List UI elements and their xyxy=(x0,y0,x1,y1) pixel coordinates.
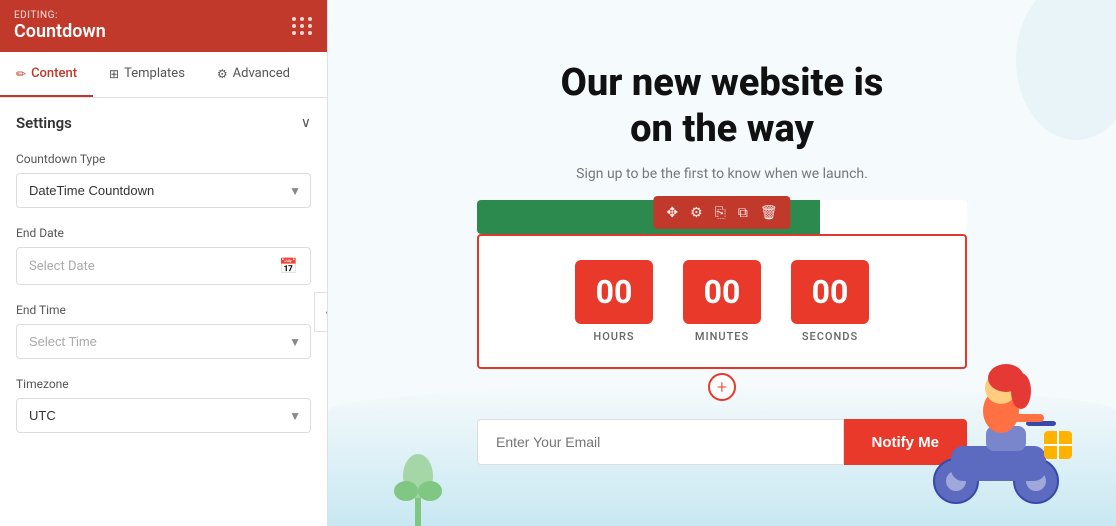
calendar-icon: 📅 xyxy=(279,257,298,275)
settings-header: Settings ∨ xyxy=(16,114,311,132)
end-time-select[interactable]: Select Time xyxy=(16,324,311,359)
tab-templates-label: Templates xyxy=(124,66,185,81)
add-section: + xyxy=(477,369,967,401)
countdown-toolbar: ✥ ⚙ ⎘ ⧉ 🗑 xyxy=(653,196,790,229)
countdown-type-wrapper: DateTime Countdown Evergreen Countdown ▼ xyxy=(16,173,311,208)
main-title-line2: on the way xyxy=(630,107,814,151)
end-date-placeholder: Select Date xyxy=(29,259,95,274)
panel-header-left: EDITING: Countdown xyxy=(14,10,106,42)
tab-content-label: Content xyxy=(31,66,77,81)
seconds-unit: 00 SECONDS xyxy=(791,260,869,343)
toolbar-copy-btn[interactable]: ⧉ xyxy=(733,201,753,224)
toolbar-move-btn[interactable]: ✥ xyxy=(661,201,683,224)
toolbar-save-btn[interactable]: ⎘ xyxy=(710,201,731,224)
hours-box: 00 xyxy=(575,260,653,324)
main-title-line1: Our new website is xyxy=(561,61,884,105)
settings-content: Settings ∨ Countdown Type DateTime Count… xyxy=(0,98,327,526)
end-time-label: End Time xyxy=(16,303,311,317)
scooter-illustration xyxy=(896,336,1096,516)
minutes-label: MINUTES xyxy=(695,330,749,343)
tab-templates[interactable]: ⊞ Templates xyxy=(93,52,201,97)
countdown-box: 00 HOURS 00 MINUTES 00 SECONDS xyxy=(477,234,967,369)
main-area: Our new website is on the way Sign up to… xyxy=(328,0,1116,526)
settings-title: Settings xyxy=(16,114,72,132)
countdown-wrapper: ✥ ⚙ ⎘ ⧉ 🗑 00 HOURS 00 MINUTES 00 SECONDS xyxy=(477,234,967,401)
toolbar-settings-btn[interactable]: ⚙ xyxy=(685,201,708,224)
settings-chevron-icon[interactable]: ∨ xyxy=(301,115,311,131)
templates-tab-icon: ⊞ xyxy=(109,67,119,81)
email-row: Notify Me xyxy=(477,419,967,465)
end-time-group: End Time Select Time ▼ xyxy=(16,303,311,359)
subtitle: Sign up to be the first to know when we … xyxy=(576,166,868,182)
end-date-label: End Date xyxy=(16,226,311,240)
content-tab-icon: ✏ xyxy=(16,67,26,81)
collapse-handle[interactable]: ‹ xyxy=(314,292,327,332)
countdown-type-select[interactable]: DateTime Countdown Evergreen Countdown xyxy=(16,173,311,208)
countdown-type-label: Countdown Type xyxy=(16,152,311,166)
countdown-type-group: Countdown Type DateTime Countdown Evergr… xyxy=(16,152,311,208)
minutes-unit: 00 MINUTES xyxy=(683,260,761,343)
seconds-box: 00 xyxy=(791,260,869,324)
main-title: Our new website is on the way xyxy=(561,61,884,152)
timezone-wrapper: UTC EST PST GMT ▼ xyxy=(16,398,311,433)
panel-header: EDITING: Countdown xyxy=(0,0,327,52)
seconds-label: SECONDS xyxy=(802,330,858,343)
tab-advanced[interactable]: ⚙ Advanced xyxy=(201,52,306,97)
end-date-field[interactable]: Select Date 📅 xyxy=(16,247,311,285)
toolbar-delete-btn[interactable]: 🗑 xyxy=(755,201,783,224)
hours-unit: 00 HOURS xyxy=(575,260,653,343)
email-input[interactable] xyxy=(477,419,844,465)
timezone-label: Timezone xyxy=(16,377,311,391)
tabs-bar: ✏ Content ⊞ Templates ⚙ Advanced xyxy=(0,52,327,98)
add-element-btn[interactable]: + xyxy=(708,373,736,401)
tab-advanced-label: Advanced xyxy=(233,66,290,81)
end-time-wrapper: Select Time ▼ xyxy=(16,324,311,359)
end-date-group: End Date Select Date 📅 xyxy=(16,226,311,285)
minutes-box: 00 xyxy=(683,260,761,324)
editing-label: EDITING: xyxy=(14,10,106,21)
advanced-tab-icon: ⚙ xyxy=(217,67,228,81)
grid-icon[interactable] xyxy=(292,17,313,35)
timezone-group: Timezone UTC EST PST GMT ▼ xyxy=(16,377,311,433)
tab-content[interactable]: ✏ Content xyxy=(0,52,93,97)
timezone-select[interactable]: UTC EST PST GMT xyxy=(16,398,311,433)
left-panel: EDITING: Countdown ✏ Content ⊞ Templates… xyxy=(0,0,328,526)
hours-label: HOURS xyxy=(593,330,634,343)
widget-name: Countdown xyxy=(14,21,106,42)
